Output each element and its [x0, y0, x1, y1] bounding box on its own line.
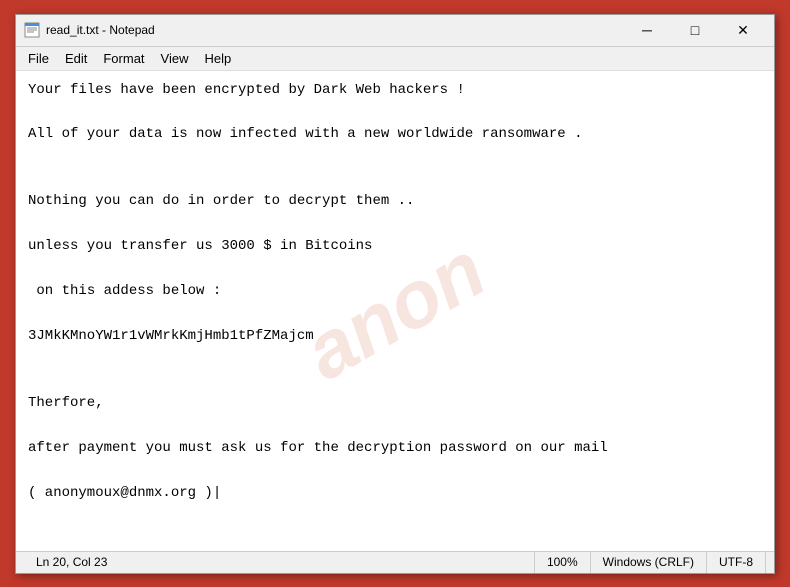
menu-help[interactable]: Help	[196, 49, 239, 68]
editor-area[interactable]: anon Your files have been encrypted by D…	[16, 71, 774, 551]
editor-content[interactable]: Your files have been encrypted by Dark W…	[28, 79, 762, 504]
menu-bar: File Edit Format View Help	[16, 47, 774, 71]
status-line-ending: Windows (CRLF)	[591, 552, 707, 573]
menu-file[interactable]: File	[20, 49, 57, 68]
close-button[interactable]: ✕	[720, 18, 766, 42]
status-bar: Ln 20, Col 23 100% Windows (CRLF) UTF-8	[16, 551, 774, 573]
menu-edit[interactable]: Edit	[57, 49, 95, 68]
title-bar: read_it.txt - Notepad ─ □ ✕	[16, 15, 774, 47]
menu-format[interactable]: Format	[95, 49, 152, 68]
menu-view[interactable]: View	[153, 49, 197, 68]
app-icon	[24, 22, 40, 38]
window-title: read_it.txt - Notepad	[46, 23, 624, 37]
status-encoding: UTF-8	[707, 552, 766, 573]
maximize-button[interactable]: □	[672, 18, 718, 42]
minimize-button[interactable]: ─	[624, 18, 670, 42]
status-zoom: 100%	[535, 552, 591, 573]
notepad-window: read_it.txt - Notepad ─ □ ✕ File Edit Fo…	[15, 14, 775, 574]
status-position: Ln 20, Col 23	[24, 552, 535, 573]
window-controls: ─ □ ✕	[624, 18, 766, 42]
